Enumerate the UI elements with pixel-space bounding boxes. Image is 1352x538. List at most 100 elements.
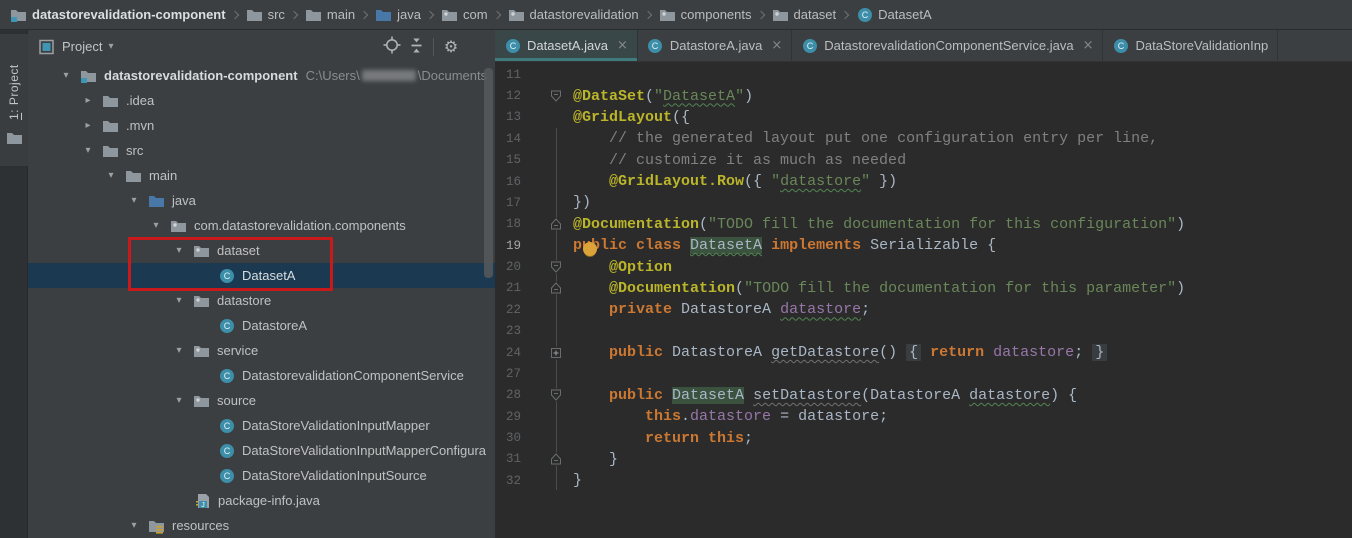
- tree-row[interactable]: ▾main: [28, 163, 495, 188]
- tree-row[interactable]: CDatasetA: [28, 263, 495, 288]
- tree-row[interactable]: CDataStoreValidationInputMapperConfigura: [28, 438, 495, 463]
- tree-row[interactable]: CDataStoreValidationInputSource: [28, 463, 495, 488]
- fold-marker-icon[interactable]: [521, 342, 573, 363]
- code-line[interactable]: 24 public DatastoreA getDatastore() { re…: [495, 342, 1352, 363]
- tree-row[interactable]: ▸ .idea: [28, 88, 495, 113]
- tree-row[interactable]: ▸.mvn: [28, 113, 495, 138]
- tree-expand-arrow[interactable]: ▾: [103, 170, 119, 181]
- fold-marker-icon[interactable]: [521, 385, 573, 406]
- fold-marker-icon[interactable]: [521, 85, 573, 106]
- code-text: private DatastoreA datastore;: [573, 301, 870, 318]
- chevron-right-icon: [492, 10, 500, 18]
- code-line[interactable]: 28 public DatasetA setDatastore(Datastor…: [495, 385, 1352, 406]
- code-line[interactable]: 12@DataSet("DatasetA"): [495, 85, 1352, 106]
- tree-item-label: .idea: [126, 93, 154, 108]
- line-number: 22: [495, 303, 521, 317]
- tab-DatastoreA.java[interactable]: CDatastoreA.java×: [638, 30, 792, 61]
- tab-DatasetA.java[interactable]: CDatasetA.java×: [495, 30, 638, 61]
- code-line[interactable]: 21 @Documentation("TODO fill the documen…: [495, 278, 1352, 299]
- code-line[interactable]: 22 private DatastoreA datastore;: [495, 299, 1352, 320]
- tool-stripe-tab-project[interactable]: 1: Project: [0, 34, 28, 166]
- tree-row[interactable]: Jpackage-info.java: [28, 488, 495, 513]
- code-line[interactable]: 30 return this;: [495, 427, 1352, 448]
- code-line[interactable]: 31 }: [495, 449, 1352, 470]
- fold-marker-icon[interactable]: [521, 214, 573, 235]
- code-line[interactable]: 14 // the generated layout put one confi…: [495, 128, 1352, 149]
- tree-row[interactable]: ▾resources: [28, 513, 495, 538]
- tree-row[interactable]: ▾datastore: [28, 288, 495, 313]
- tree-expand-arrow[interactable]: ▾: [126, 520, 142, 531]
- project-path: C:\Users\\Documents: [306, 68, 488, 83]
- breadcrumb-item-java[interactable]: java: [373, 7, 423, 23]
- code-line[interactable]: 23: [495, 321, 1352, 342]
- breadcrumb-item-com[interactable]: com: [439, 7, 490, 23]
- code-line[interactable]: 13@GridLayout({: [495, 107, 1352, 128]
- line-number: 12: [495, 89, 521, 103]
- tree-item-label: DatastorevalidationComponentService: [242, 368, 464, 383]
- chevron-right-icon: [290, 10, 298, 18]
- hide-button[interactable]: [463, 35, 487, 59]
- code-line[interactable]: 19public class DatasetA implements Seria…: [495, 235, 1352, 256]
- tree-expand-arrow[interactable]: ▾: [171, 345, 187, 356]
- svg-text:C: C: [223, 371, 230, 381]
- tree-row[interactable]: ▾java: [28, 188, 495, 213]
- tree-expand-arrow[interactable]: ▾: [171, 245, 187, 256]
- tree-expand-arrow[interactable]: ▸: [80, 95, 96, 106]
- tree-row[interactable]: ▾datastorevalidation-componentC:\Users\\…: [28, 63, 495, 88]
- folder-blue-icon: [375, 7, 392, 23]
- code-line[interactable]: 15 // customize it as much as needed: [495, 150, 1352, 171]
- code-line[interactable]: 17}): [495, 192, 1352, 213]
- breadcrumb-item-datastorevalidation[interactable]: datastorevalidation: [506, 7, 641, 23]
- code-line[interactable]: 16 @GridLayout.Row({ "datastore" }): [495, 171, 1352, 192]
- tab-DataStoreValidationInp[interactable]: CDataStoreValidationInp: [1103, 30, 1278, 61]
- folder-icon: [246, 7, 263, 23]
- close-icon[interactable]: ×: [1083, 38, 1094, 53]
- code-area[interactable]: 1112@DataSet("DatasetA")13@GridLayout({1…: [495, 62, 1352, 538]
- breadcrumb-item-dataset[interactable]: dataset: [770, 7, 839, 23]
- settings-button[interactable]: ⚙: [439, 35, 463, 59]
- code-text: // the generated layout put one configur…: [573, 130, 1158, 147]
- tree-expand-arrow[interactable]: ▾: [80, 145, 96, 156]
- chevron-right-icon: [841, 10, 849, 18]
- tree-row[interactable]: ▾src: [28, 138, 495, 163]
- breadcrumb-item-main[interactable]: main: [303, 7, 357, 23]
- locate-button[interactable]: [380, 35, 404, 59]
- code-line[interactable]: 18@Documentation("TODO fill the document…: [495, 214, 1352, 235]
- tree-row[interactable]: CDataStoreValidationInputMapper: [28, 413, 495, 438]
- scrollbar-thumb[interactable]: [484, 68, 493, 278]
- tree-expand-arrow[interactable]: ▾: [171, 295, 187, 306]
- chevron-down-icon[interactable]: ▾: [108, 41, 113, 52]
- tree-row[interactable]: ▾com.datastorevalidation.components: [28, 213, 495, 238]
- code-line[interactable]: 11: [495, 64, 1352, 85]
- fold-marker-icon[interactable]: [521, 278, 573, 299]
- code-line[interactable]: 29 this.datastore = datastore;: [495, 406, 1352, 427]
- tree-expand-arrow[interactable]: ▾: [126, 195, 142, 206]
- package-icon: [772, 7, 789, 23]
- tree-expand-arrow[interactable]: ▾: [148, 220, 164, 231]
- chevron-right-icon: [426, 10, 434, 18]
- code-line[interactable]: 27: [495, 363, 1352, 384]
- class-icon: C: [218, 268, 235, 284]
- tree-expand-arrow[interactable]: ▾: [171, 395, 187, 406]
- collapse-all-button[interactable]: [404, 35, 428, 59]
- tree-row[interactable]: C DatastorevalidationComponentService: [28, 363, 495, 388]
- intention-bulb-icon[interactable]: [583, 242, 597, 256]
- code-line[interactable]: 20 @Option: [495, 256, 1352, 277]
- code-text: }: [573, 451, 618, 468]
- close-icon[interactable]: ×: [617, 38, 628, 53]
- breadcrumb-item-src[interactable]: src: [244, 7, 287, 23]
- code-line[interactable]: 32}: [495, 470, 1352, 491]
- tree-expand-arrow[interactable]: ▸: [80, 120, 96, 131]
- breadcrumb-item-components[interactable]: components: [657, 7, 754, 23]
- fold-marker-icon[interactable]: [521, 256, 573, 277]
- tree-row[interactable]: ▾service: [28, 338, 495, 363]
- close-icon[interactable]: ×: [771, 38, 782, 53]
- tree-row[interactable]: CDatastoreA: [28, 313, 495, 338]
- fold-marker-icon[interactable]: [521, 449, 573, 470]
- breadcrumb-item-datastorevalidation-component[interactable]: datastorevalidation-component: [8, 7, 228, 23]
- breadcrumb-item-DatasetA[interactable]: CDatasetA: [854, 7, 933, 23]
- tree-row[interactable]: ▾source: [28, 388, 495, 413]
- tree-expand-arrow[interactable]: ▾: [58, 70, 74, 81]
- tree-row[interactable]: ▾dataset: [28, 238, 495, 263]
- tab-DatastorevalidationComponentService.java[interactable]: CDatastorevalidationComponentService.jav…: [792, 30, 1103, 61]
